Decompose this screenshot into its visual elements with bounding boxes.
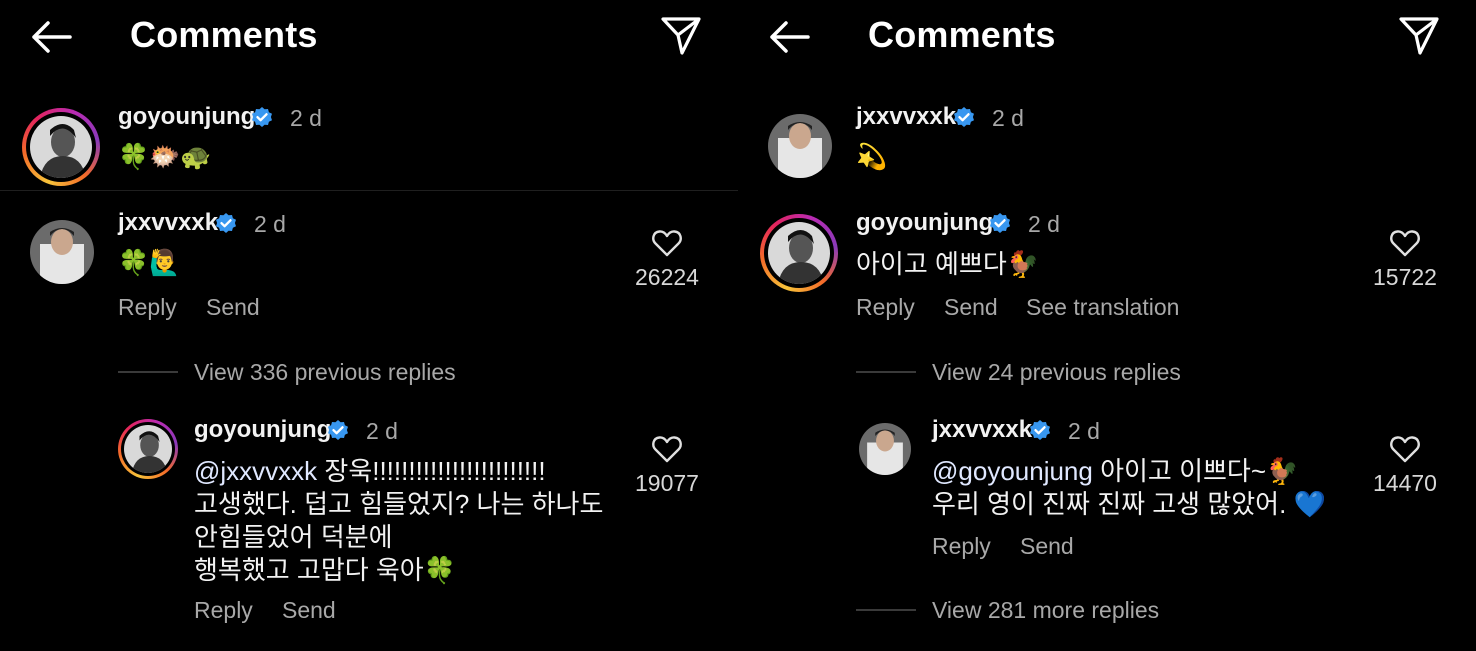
send-button[interactable]: Send: [1020, 533, 1074, 560]
like-count: 26224: [635, 264, 699, 290]
comment-text: 🍀🐡🐢: [118, 143, 212, 171]
heart-outline-icon[interactable]: [651, 228, 683, 258]
like-count: 14470: [1373, 470, 1437, 496]
send-button[interactable]: Send: [282, 597, 336, 624]
replies-line: [856, 609, 916, 611]
comment-text: @jxxvvxxk 장욱!!!!!!!!!!!!!!!!!!!!!!!! 고생했…: [194, 455, 603, 587]
comment-text-line: 아이고 이쁘다~🐓: [1092, 456, 1299, 486]
timestamp: 2 d: [992, 105, 1024, 131]
replies-line: [118, 371, 178, 373]
like-count: 19077: [635, 470, 699, 496]
divider: [0, 190, 738, 191]
username[interactable]: jxxvvxxk: [118, 209, 218, 237]
avatar: [768, 222, 830, 284]
heart-outline-icon[interactable]: [651, 434, 683, 464]
avatar-story-ring[interactable]: [118, 419, 178, 479]
timestamp: 2 d: [1028, 211, 1060, 237]
reply-button[interactable]: Reply: [856, 294, 915, 321]
verified-badge-icon: [252, 107, 272, 127]
mention-link[interactable]: @goyounjung: [932, 456, 1093, 486]
verified-badge-icon: [328, 420, 348, 440]
share-paper-plane-icon[interactable]: [1398, 14, 1440, 56]
verified-badge-icon: [216, 213, 236, 233]
send-button[interactable]: Send: [944, 294, 998, 321]
username[interactable]: jxxvvxxk: [856, 103, 956, 131]
avatar[interactable]: [859, 423, 911, 475]
heart-outline-icon[interactable]: [1389, 228, 1421, 258]
timestamp: 2 d: [254, 211, 286, 237]
verified-badge-icon: [990, 213, 1010, 233]
send-button[interactable]: Send: [206, 294, 260, 321]
username[interactable]: goyounjung: [194, 416, 331, 444]
avatar[interactable]: [768, 114, 832, 178]
avatar: [30, 116, 92, 178]
comment-text: 🍀🙋‍♂️: [118, 249, 181, 277]
page-title: Comments: [130, 14, 318, 55]
comment-text-line: 고생했다. 덥고 힘들었지? 나는 하나도: [194, 489, 604, 519]
username[interactable]: jxxvvxxk: [932, 416, 1032, 444]
comment-text: 💫: [856, 143, 888, 171]
comment-text-line: 장욱!!!!!!!!!!!!!!!!!!!!!!!!: [317, 456, 546, 486]
comments-screen-right: Comments jxxvvxxk 2 d 💫 goyounjung 2 d 아…: [738, 0, 1476, 651]
reply-button[interactable]: Reply: [194, 597, 253, 624]
timestamp: 2 d: [290, 105, 322, 131]
avatar[interactable]: [30, 220, 94, 284]
heart-outline-icon[interactable]: [1389, 434, 1421, 464]
username[interactable]: goyounjung: [856, 209, 993, 237]
timestamp: 2 d: [1068, 418, 1100, 444]
comment-text-line: 안힘들었어 덕분에: [194, 522, 393, 552]
comment-text: 아이고 예쁘다🐓: [856, 249, 1040, 279]
replies-line: [856, 371, 916, 373]
view-more-replies[interactable]: View 281 more replies: [932, 597, 1159, 624]
verified-badge-icon: [1030, 420, 1050, 440]
reply-button[interactable]: Reply: [932, 533, 991, 560]
back-arrow-icon[interactable]: [30, 20, 72, 54]
comment-text: @goyounjung 아이고 이쁘다~🐓 우리 영이 진짜 진짜 고생 많았어…: [932, 455, 1326, 521]
like-count: 15722: [1373, 264, 1437, 290]
verified-badge-icon: [954, 107, 974, 127]
comment-text-line: 행복했고 고맙다 욱아🍀: [194, 555, 457, 585]
comment-text-line: 우리 영이 진짜 진짜 고생 많았어. 💙: [932, 489, 1326, 519]
avatar-story-ring[interactable]: [22, 108, 100, 186]
view-previous-replies[interactable]: View 24 previous replies: [932, 359, 1181, 386]
see-translation-button[interactable]: See translation: [1026, 294, 1179, 321]
username[interactable]: goyounjung: [118, 103, 255, 131]
avatar: [124, 425, 172, 473]
avatar-story-ring[interactable]: [760, 214, 838, 292]
share-paper-plane-icon[interactable]: [660, 14, 702, 56]
timestamp: 2 d: [366, 418, 398, 444]
comments-screen-left: Comments goyounjung 2 d 🍀🐡🐢 jxxvvxxk 2 d…: [0, 0, 738, 651]
mention-link[interactable]: @jxxvvxxk: [194, 456, 317, 486]
page-title: Comments: [868, 14, 1056, 55]
reply-button[interactable]: Reply: [118, 294, 177, 321]
view-previous-replies[interactable]: View 336 previous replies: [194, 359, 456, 386]
back-arrow-icon[interactable]: [768, 20, 810, 54]
